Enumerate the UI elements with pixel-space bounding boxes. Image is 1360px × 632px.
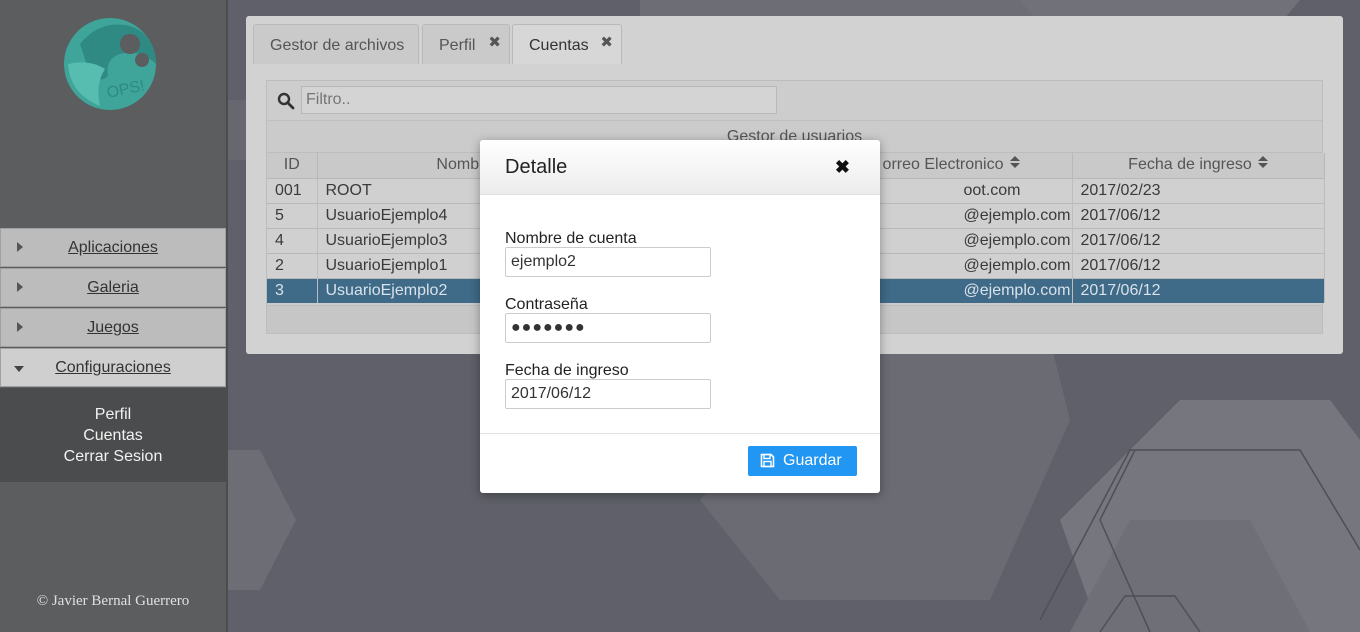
filter-input[interactable] xyxy=(301,86,777,114)
account-name-input[interactable] xyxy=(505,247,711,277)
cell-date: 2017/06/12 xyxy=(1072,277,1325,303)
submenu-item-cuentas[interactable]: Cuentas xyxy=(0,425,226,446)
logo: OPS! xyxy=(64,18,156,110)
date-label: Fecha de ingreso xyxy=(505,362,629,379)
menu-item-label: Galeria xyxy=(87,279,139,296)
tab-label: Perfil xyxy=(439,37,476,54)
sort-icon xyxy=(1257,156,1268,170)
chevron-down-icon xyxy=(14,366,24,372)
side-menu: Aplicaciones Galeria Juegos Configuracio… xyxy=(0,228,226,482)
close-icon[interactable]: ✖ xyxy=(835,157,850,178)
menu-item-galeria[interactable]: Galeria xyxy=(0,268,226,307)
grid-toolbar xyxy=(267,81,1322,121)
submenu-item-perfil[interactable]: Perfil xyxy=(0,404,226,425)
tab-label: Cuentas xyxy=(529,37,589,54)
menu-item-configuraciones[interactable]: Configuraciones xyxy=(0,348,226,387)
cell-id: 4 xyxy=(267,227,318,253)
close-icon[interactable]: ✖ xyxy=(488,33,501,51)
menu-item-aplicaciones[interactable]: Aplicaciones xyxy=(0,228,226,267)
modal-divider xyxy=(480,433,880,434)
floppy-disk-icon xyxy=(760,453,775,468)
tab-gestor-de-archivos[interactable]: Gestor de archivos xyxy=(253,24,419,64)
sort-icon xyxy=(1009,156,1020,170)
tab-perfil[interactable]: Perfil ✖ xyxy=(422,24,510,64)
chevron-right-icon xyxy=(17,282,23,292)
close-icon[interactable]: ✖ xyxy=(600,33,613,51)
cell-date: 2017/06/12 xyxy=(1072,252,1325,278)
save-button[interactable]: Guardar xyxy=(748,446,857,476)
menu-item-label: Juegos xyxy=(87,319,139,336)
column-header-date[interactable]: Fecha de ingreso xyxy=(1072,153,1325,178)
detail-modal: Detalle ✖ Nombre de cuenta Contraseña Fe… xyxy=(480,140,880,493)
sidebar: OPS! Aplicaciones Galeria Juegos Configu… xyxy=(0,0,228,632)
submenu-item-cerrar-sesion[interactable]: Cerrar Sesion xyxy=(0,446,226,467)
cell-date: 2017/02/23 xyxy=(1072,177,1325,203)
modal-title: Detalle xyxy=(505,156,568,178)
account-name-label: Nombre de cuenta xyxy=(505,230,637,247)
tab-label: Gestor de archivos xyxy=(270,37,405,54)
menu-item-juegos[interactable]: Juegos xyxy=(0,308,226,347)
menu-item-label: Aplicaciones xyxy=(68,239,158,256)
date-input[interactable] xyxy=(505,379,711,409)
cell-id: 3 xyxy=(267,277,318,303)
column-header-id[interactable]: ID xyxy=(267,153,318,178)
cell-id: 2 xyxy=(267,252,318,278)
cell-date: 2017/06/12 xyxy=(1072,227,1325,253)
save-button-label: Guardar xyxy=(783,452,842,469)
cell-id: 001 xyxy=(267,177,318,203)
password-input[interactable] xyxy=(505,313,711,343)
copyright: © Javier Bernal Guerrero xyxy=(36,593,190,609)
cell-date: 2017/06/12 xyxy=(1072,202,1325,228)
submenu-configuraciones: Perfil Cuentas Cerrar Sesion xyxy=(0,388,226,482)
password-label: Contraseña xyxy=(505,296,588,313)
menu-item-label: Configuraciones xyxy=(55,359,171,376)
cell-id: 5 xyxy=(267,202,318,228)
chevron-right-icon xyxy=(17,242,23,252)
tab-cuentas[interactable]: Cuentas ✖ xyxy=(512,24,622,64)
modal-header: Detalle ✖ xyxy=(480,140,880,195)
chevron-right-icon xyxy=(17,322,23,332)
search-icon xyxy=(277,92,295,110)
